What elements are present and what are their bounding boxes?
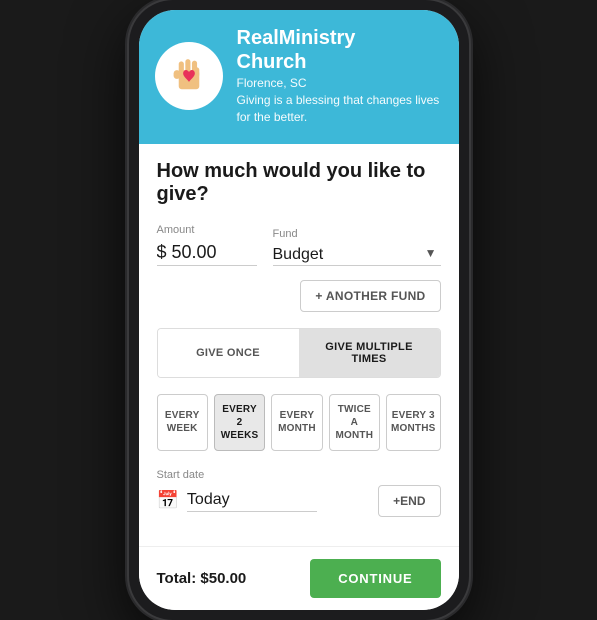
church-name: RealMinistry Church bbox=[237, 26, 443, 74]
continue-button[interactable]: CONTINUE bbox=[310, 559, 440, 598]
amount-fund-row: Amount Fund Budget General Missions ▼ bbox=[157, 224, 441, 266]
fund-label: Fund bbox=[273, 228, 441, 240]
freq-every-week[interactable]: EVERYWEEK bbox=[157, 394, 208, 451]
give-toggle-row: GIVE ONCE GIVE MULTIPLE TIMES bbox=[157, 328, 441, 378]
church-location: Florence, SC bbox=[237, 76, 443, 90]
give-multiple-button[interactable]: GIVE MULTIPLE TIMES bbox=[299, 329, 440, 377]
church-tagline: Giving is a blessing that changes lives … bbox=[237, 92, 443, 126]
freq-every-2-weeks[interactable]: EVERY 2WEEKS bbox=[214, 394, 265, 451]
frequency-row: EVERYWEEK EVERY 2WEEKS EVERYMONTH TWICE … bbox=[157, 394, 441, 451]
footer: Total: $50.00 CONTINUE bbox=[139, 546, 459, 610]
amount-input[interactable] bbox=[157, 240, 257, 266]
start-date-row: 📅 +END bbox=[157, 485, 441, 517]
freq-every-month[interactable]: EVERYMONTH bbox=[271, 394, 322, 451]
another-fund-wrapper: + ANOTHER FUND bbox=[157, 280, 441, 312]
end-button[interactable]: +END bbox=[378, 485, 440, 517]
church-info: RealMinistry Church Florence, SC Giving … bbox=[237, 26, 443, 126]
amount-label: Amount bbox=[157, 224, 257, 236]
main-content: How much would you like to give? Amount … bbox=[139, 144, 459, 546]
another-fund-button[interactable]: + ANOTHER FUND bbox=[300, 280, 440, 312]
start-date-section: Start date 📅 +END bbox=[157, 469, 441, 517]
fund-select[interactable]: Budget General Missions bbox=[273, 244, 441, 266]
logo-circle bbox=[155, 42, 223, 110]
hand-heart-icon bbox=[167, 54, 211, 98]
start-date-label: Start date bbox=[157, 469, 441, 481]
give-question: How much would you like to give? bbox=[157, 160, 441, 206]
total-text: Total: $50.00 bbox=[157, 570, 247, 587]
give-once-button[interactable]: GIVE ONCE bbox=[158, 329, 299, 377]
start-date-input[interactable] bbox=[187, 489, 317, 512]
phone-frame: RealMinistry Church Florence, SC Giving … bbox=[129, 0, 469, 620]
start-date-left: 📅 bbox=[157, 489, 379, 512]
phone-screen: RealMinistry Church Florence, SC Giving … bbox=[139, 10, 459, 610]
freq-twice-a-month[interactable]: TWICE AMONTH bbox=[329, 394, 380, 451]
fund-field-group: Fund Budget General Missions ▼ bbox=[273, 228, 441, 266]
calendar-icon: 📅 bbox=[157, 490, 179, 511]
amount-field-group: Amount bbox=[157, 224, 257, 266]
freq-every-3-months[interactable]: EVERY 3MONTHS bbox=[386, 394, 441, 451]
header: RealMinistry Church Florence, SC Giving … bbox=[139, 10, 459, 144]
